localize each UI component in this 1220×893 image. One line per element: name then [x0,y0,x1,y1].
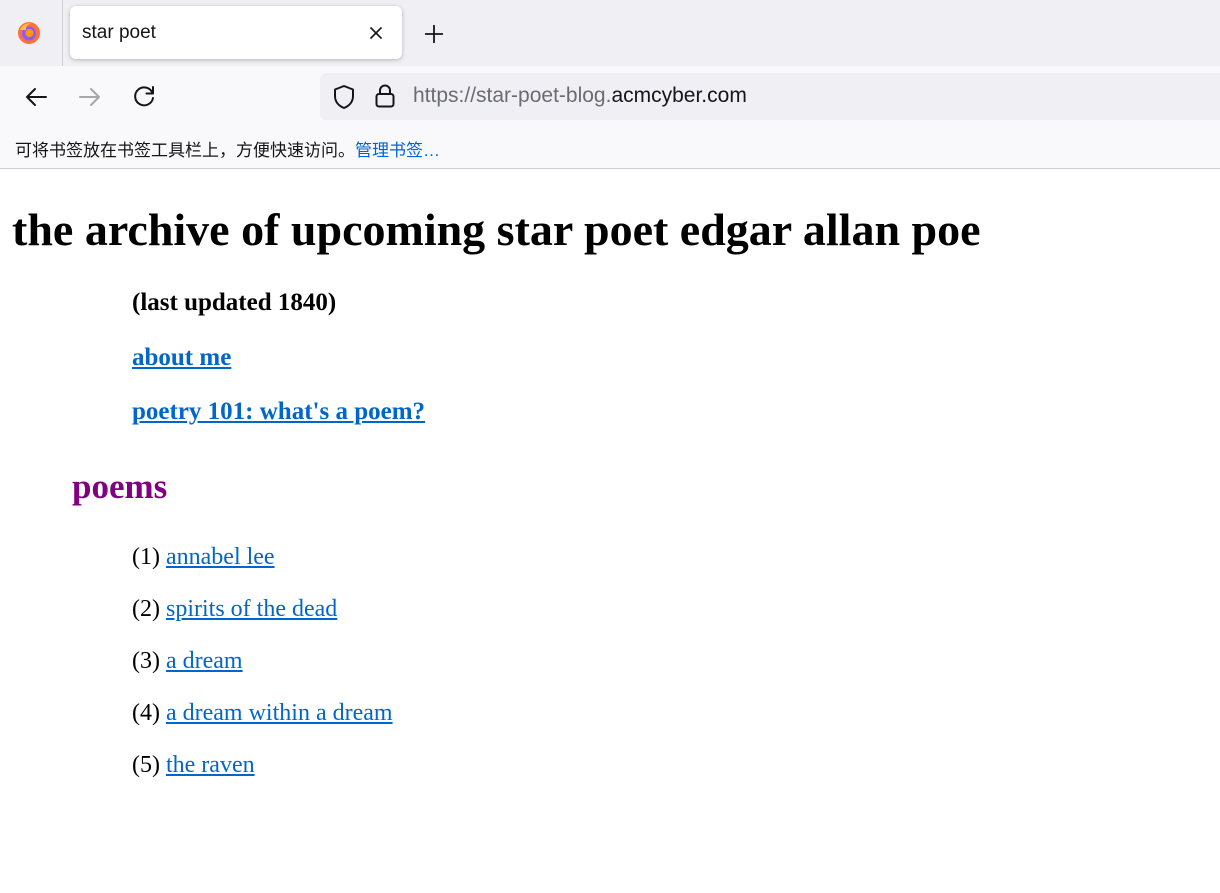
poem-index: (3) [132,648,160,674]
about-me-link[interactable]: about me [132,344,231,371]
shield-icon[interactable] [332,84,356,110]
poem-link-a-dream-within-a-dream[interactable]: a dream within a dream [166,700,393,726]
poem-link-annabel-lee[interactable]: annabel lee [166,544,275,570]
poem-link-the-raven[interactable]: the raven [166,752,255,778]
address-bar[interactable]: https://star-poet-blog.acmcyber.com [320,73,1220,120]
manage-bookmarks-link[interactable]: 管理书签… [355,141,440,160]
bookmarks-toolbar: 可将书签放在书签工具栏上，方便快速访问。管理书签… [0,128,1220,169]
poetry-101-item: poetry 101: what's a poem? [132,398,425,426]
poem-link-a-dream[interactable]: a dream [166,648,243,674]
tab-title: star poet [82,22,156,43]
page-title: the archive of upcoming star poet edgar … [12,204,981,255]
page-content: the archive of upcoming star poet edgar … [0,169,1220,893]
bookmarks-message: 可将书签放在书签工具栏上，方便快速访问。管理书签… [15,136,440,161]
tab-active[interactable]: star poet [70,6,402,59]
firefox-logo-icon[interactable] [17,21,41,45]
poem-list-item: (3) a dream [132,648,243,675]
arrow-left-icon[interactable] [20,81,52,113]
about-me-item: about me [132,344,231,372]
url-scheme: https://star-poet-blog. [413,84,612,107]
poem-list-item: (2) spirits of the dead [132,596,337,623]
poem-list-item: (1) annabel lee [132,544,275,571]
arrow-right-icon[interactable] [74,81,106,113]
poem-index: (1) [132,544,160,570]
reload-icon[interactable] [128,81,160,113]
poem-index: (5) [132,752,160,778]
poems-heading: poems [72,467,168,506]
url-domain: acmcyber.com [611,84,747,107]
bookmarks-hint: 可将书签放在书签工具栏上，方便快速访问。 [15,141,355,160]
navigation-toolbar: https://star-poet-blog.acmcyber.com [0,66,1220,128]
url-text[interactable]: https://star-poet-blog.acmcyber.com [413,84,747,108]
plus-icon[interactable] [420,20,448,48]
lock-icon[interactable] [374,83,396,109]
close-icon[interactable] [364,21,388,45]
poem-list-item: (4) a dream within a dream [132,700,393,727]
poem-index: (4) [132,700,160,726]
tab-separator [62,0,63,66]
tab-bar: star poet [0,0,1220,66]
last-updated: (last updated 1840) [132,289,337,316]
poetry-101-link[interactable]: poetry 101: what's a poem? [132,398,425,425]
poem-index: (2) [132,596,160,622]
poem-list-item: (5) the raven [132,752,255,779]
poem-link-spirits-of-the-dead[interactable]: spirits of the dead [166,596,337,622]
